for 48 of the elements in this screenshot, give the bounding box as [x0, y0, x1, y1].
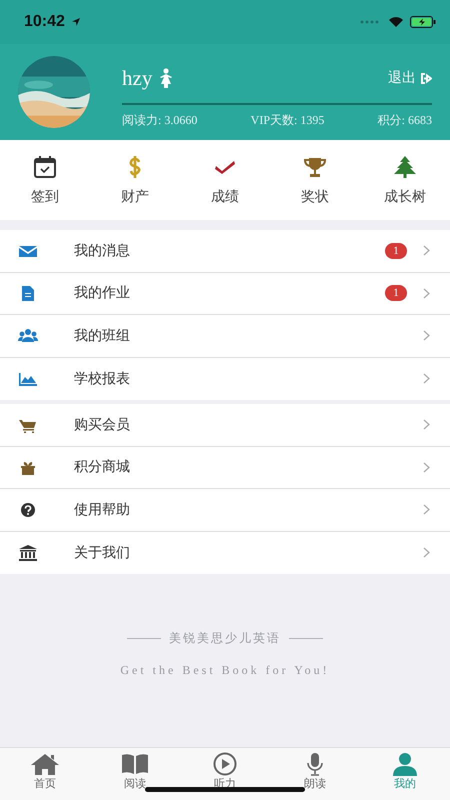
chevron-right-icon — [423, 504, 430, 516]
menu-item[interactable]: 积分商城 — [0, 446, 450, 489]
shortcut-button[interactable]: 成绩 — [185, 150, 265, 210]
stat-text: 积分: 6683 — [378, 112, 432, 129]
count-badge: 1 — [385, 285, 407, 302]
calendar-icon — [32, 154, 58, 180]
house-icon — [30, 752, 60, 776]
battery-icon — [410, 16, 436, 28]
menu-item[interactable]: 我的班组 — [0, 315, 450, 358]
tab-item[interactable]: 朗读 — [292, 748, 338, 800]
slogan-text: Get the Best Book for You! — [120, 663, 330, 678]
user-name: hzy — [122, 66, 152, 90]
shortcut-button[interactable]: 成长树 — [365, 150, 445, 210]
menu-item[interactable]: 关于我们 — [0, 532, 450, 574]
chevron-right-icon — [423, 245, 430, 256]
status-time: 10:42 — [24, 13, 65, 31]
tab-item[interactable]: 首页 — [22, 748, 68, 800]
tree-icon — [392, 154, 418, 180]
people-icon — [18, 328, 38, 344]
book-icon — [120, 752, 150, 776]
menu-item[interactable]: 使用帮助 — [0, 489, 450, 532]
female-icon — [158, 68, 174, 88]
chevron-right-icon — [423, 373, 430, 384]
shortcut-button[interactable]: 签到 — [5, 150, 85, 210]
chevron-right-icon — [423, 288, 430, 299]
location-arrow-icon — [70, 17, 81, 27]
user-icon — [390, 752, 420, 776]
chevron-right-icon — [423, 462, 430, 473]
area-chart-icon — [18, 370, 38, 387]
wifi-icon — [388, 16, 404, 28]
tab-item[interactable]: 阅读 — [112, 748, 158, 800]
menu-item[interactable]: 学校报表 — [0, 358, 450, 400]
bank-icon — [18, 544, 38, 561]
menu-item[interactable]: 我的消息 1 — [0, 230, 450, 272]
stat-text: 阅读力: 3.0660 — [122, 112, 198, 129]
chevron-right-icon — [423, 330, 430, 342]
stat-text: VIP天数: 1395 — [250, 112, 324, 129]
shortcut-button[interactable]: 财产 — [95, 150, 175, 210]
gift-icon — [18, 459, 38, 476]
chevron-right-icon — [423, 547, 430, 558]
count-badge: 1 — [385, 242, 407, 259]
shortcut-button[interactable]: 奖状 — [275, 150, 355, 210]
menu-item[interactable]: 我的作业 1 — [0, 272, 450, 315]
menu-item[interactable]: 购买会员 — [0, 404, 450, 446]
chevron-right-icon — [423, 419, 430, 430]
brand-title: 美锐美思少儿英语 — [169, 630, 281, 647]
sign-out-icon — [420, 72, 432, 84]
help-icon — [18, 502, 38, 518]
